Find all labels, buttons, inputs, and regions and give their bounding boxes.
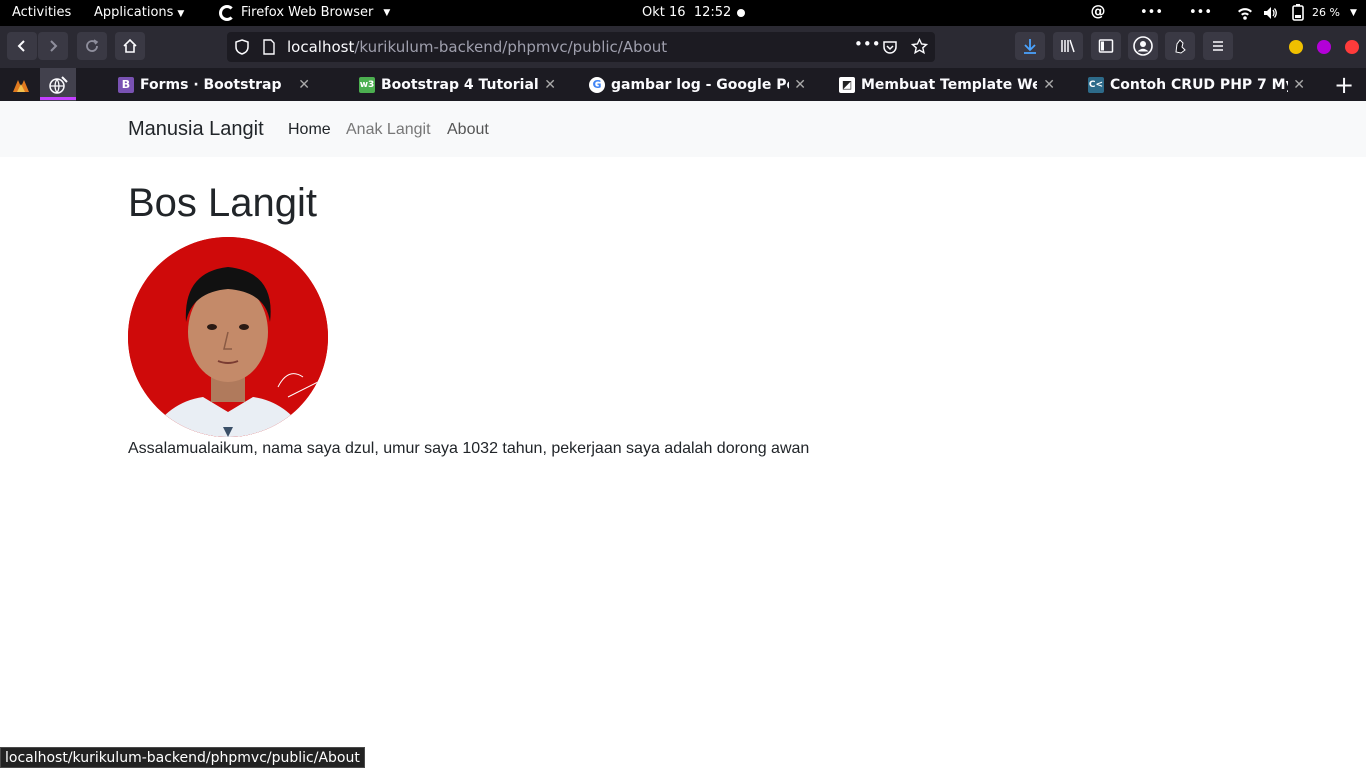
page-actions-icon[interactable]: ••• <box>854 35 881 53</box>
account-icon[interactable] <box>1128 32 1158 60</box>
tab-title: Membuat Template Web I <box>861 76 1037 93</box>
sidebar-icon[interactable] <box>1091 32 1121 60</box>
battery-label: 26 % <box>1312 6 1340 19</box>
site-favicon-icon: ◩ <box>839 76 855 93</box>
more-icon-2[interactable]: ••• <box>1189 0 1212 26</box>
applications-label: Applications <box>94 5 174 20</box>
tab-forms-bootstrap[interactable]: B Forms · Bootstrap ✕ <box>118 68 310 101</box>
app-menu[interactable]: Firefox Web Browser ▼ <box>219 0 390 26</box>
bio-text: Assalamualaikum, nama saya dzul, umur sa… <box>128 440 810 457</box>
close-tab-icon[interactable]: ✕ <box>544 77 556 93</box>
tab-bar: B Forms · Bootstrap ✕ w3 Bootstrap 4 Tut… <box>0 68 1366 101</box>
tab-contoh-crud[interactable]: C< Contoh CRUD PHP 7 MyS ✕ <box>1088 68 1305 101</box>
close-tab-icon[interactable]: ✕ <box>794 77 806 93</box>
pinned-tab-icon <box>13 79 29 92</box>
new-tab-button[interactable]: + <box>1334 68 1352 101</box>
avatar <box>128 237 328 437</box>
page-info-icon[interactable] <box>262 39 276 59</box>
app-menu-button[interactable] <box>1203 32 1233 60</box>
site-navbar: Manusia Langit Home Anak Langit About <box>0 101 1366 157</box>
minimize-button[interactable] <box>1289 40 1303 54</box>
site-favicon-icon: C< <box>1088 76 1104 93</box>
plus-icon: + <box>1334 70 1352 99</box>
tab-title: gambar log - Google Pene <box>611 76 789 93</box>
clock[interactable]: Okt 16 12:52 <box>642 0 731 26</box>
more-icon[interactable]: ••• <box>1140 0 1163 26</box>
shield-icon[interactable] <box>235 39 249 59</box>
tab-google-search[interactable]: G gambar log - Google Pene ✕ <box>589 68 806 101</box>
tab-bootstrap-tutorial[interactable]: w3 Bootstrap 4 Tutorial ✕ <box>359 68 556 101</box>
chevron-down-icon: ▼ <box>177 9 185 19</box>
maximize-button[interactable] <box>1317 40 1331 54</box>
date-label: Okt 16 <box>642 5 686 20</box>
url-path: /kurikulum-backend/phpmvc/public/About <box>354 38 668 56</box>
close-window-button[interactable] <box>1345 40 1359 54</box>
browser-toolbar: localhost/kurikulum-backend/phpmvc/publi… <box>0 26 1366 68</box>
site-brand[interactable]: Manusia Langit <box>128 118 264 141</box>
bootstrap-favicon-icon: B <box>118 76 134 93</box>
close-tab-icon[interactable]: ✕ <box>1293 77 1305 93</box>
tab-title: Forms · Bootstrap <box>140 76 282 93</box>
chevron-down-icon: ▼ <box>383 8 391 18</box>
app-name: Firefox Web Browser <box>241 5 374 20</box>
time-label: 12:52 <box>693 5 732 20</box>
bookmark-star-icon[interactable] <box>910 37 929 59</box>
nav-home[interactable]: Home <box>288 121 331 139</box>
downloads-button[interactable] <box>1015 32 1045 60</box>
at-sign-icon[interactable]: @ <box>1090 0 1106 26</box>
firefox-icon <box>219 5 235 21</box>
library-icon[interactable] <box>1053 32 1083 60</box>
status-bar: localhost/kurikulum-backend/phpmvc/publi… <box>0 747 365 768</box>
close-tab-icon[interactable]: ✕ <box>1043 77 1055 93</box>
chevron-down-icon[interactable]: ▼ <box>1350 0 1357 26</box>
tab-title: Bootstrap 4 Tutorial <box>381 76 539 93</box>
notification-dot-icon <box>737 9 745 17</box>
back-button[interactable] <box>7 32 37 60</box>
pinned-tab-1[interactable] <box>12 68 32 101</box>
url-bar[interactable]: localhost/kurikulum-backend/phpmvc/publi… <box>227 32 935 62</box>
url-host: localhost <box>287 38 355 56</box>
extension-icon[interactable] <box>1165 32 1195 60</box>
pocket-icon[interactable] <box>882 39 898 59</box>
home-button[interactable] <box>115 32 145 60</box>
active-tab-indicator <box>40 97 76 100</box>
forward-button[interactable] <box>38 32 68 60</box>
applications-menu[interactable]: Applications ▼ <box>94 0 184 26</box>
nav-about[interactable]: About <box>447 121 489 139</box>
tab-title: Contoh CRUD PHP 7 MyS <box>1110 76 1288 93</box>
url-text[interactable]: localhost/kurikulum-backend/phpmvc/publi… <box>287 38 667 56</box>
nav-anak-langit[interactable]: Anak Langit <box>346 121 431 139</box>
system-top-bar: Activities Applications ▼ Firefox Web Bro… <box>0 0 1366 26</box>
activities-button[interactable]: Activities <box>12 0 71 26</box>
google-favicon-icon: G <box>589 76 605 93</box>
w3schools-favicon-icon: w3 <box>359 76 375 93</box>
close-tab-icon[interactable]: ✕ <box>298 77 310 93</box>
page-title: Bos Langit <box>128 181 318 225</box>
tab-membuat-template[interactable]: ◩ Membuat Template Web I ✕ <box>839 68 1055 101</box>
reload-button[interactable] <box>77 32 107 60</box>
globe-icon <box>49 75 68 94</box>
